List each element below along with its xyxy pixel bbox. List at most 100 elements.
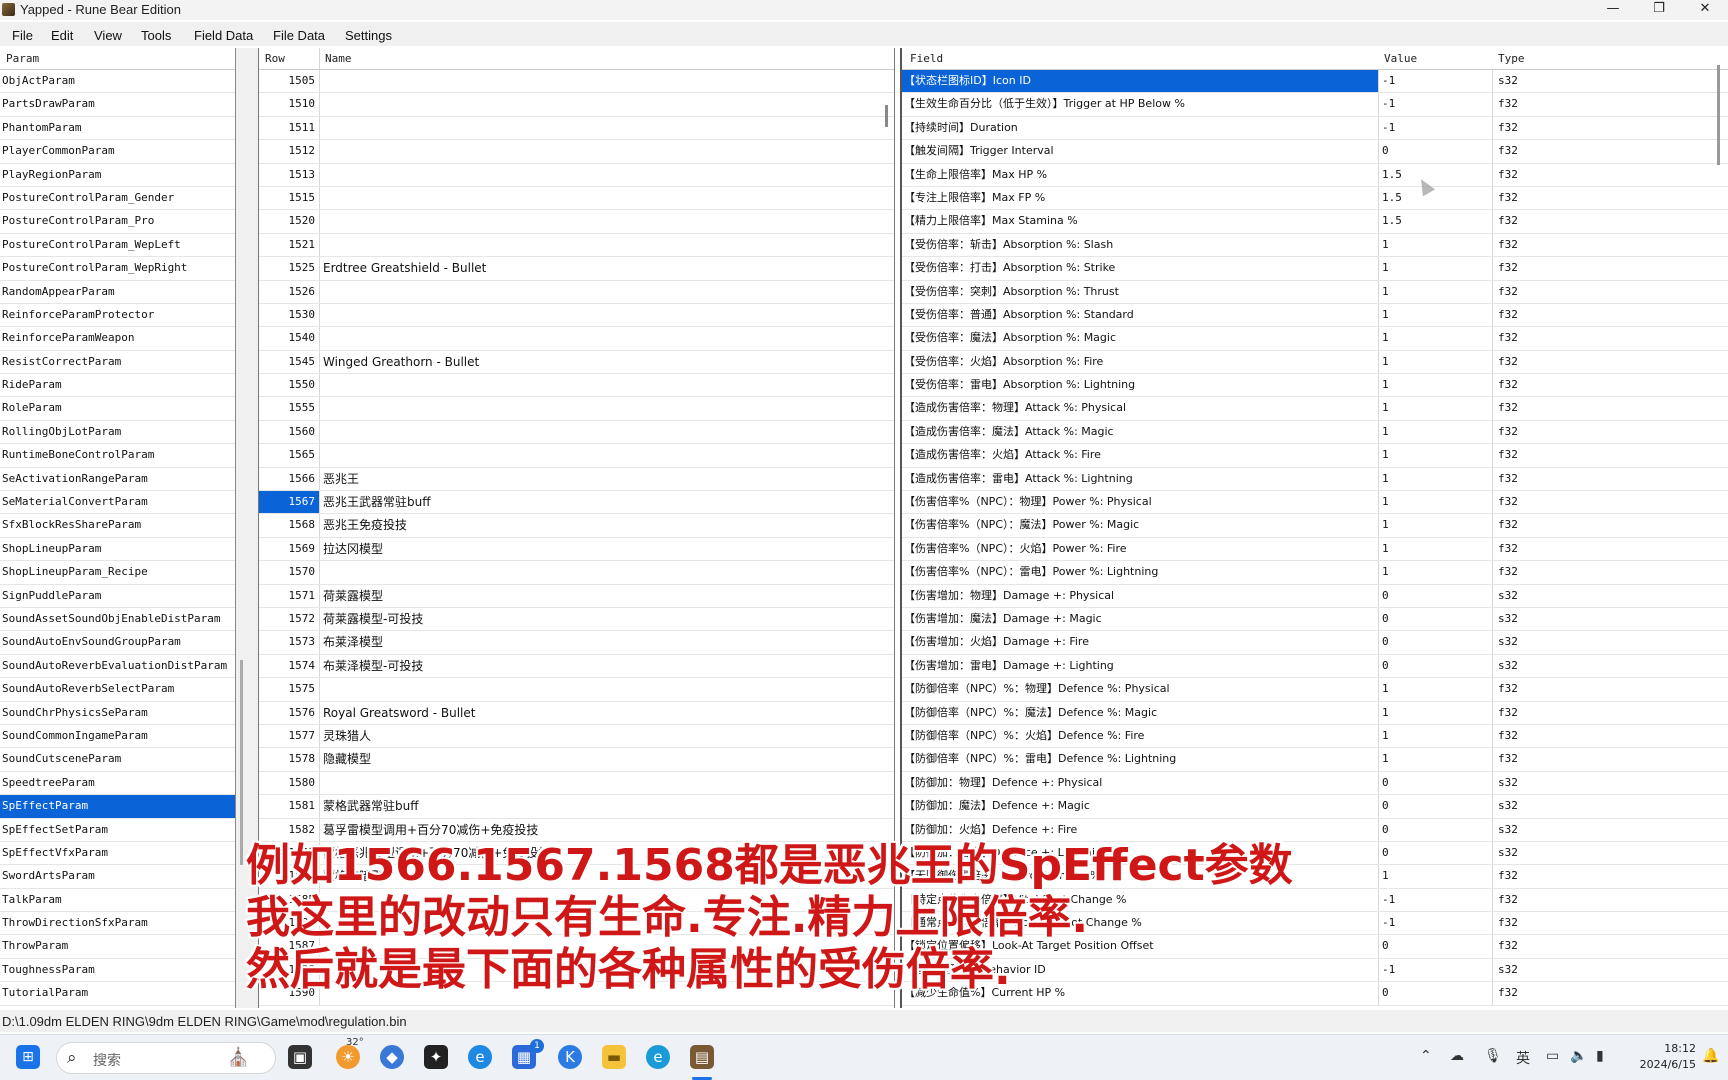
row-list-item[interactable]: 1575 xyxy=(259,678,894,702)
menu-file[interactable]: File xyxy=(12,28,33,43)
param-list-item[interactable]: SoundChrPhysicsSeParam xyxy=(0,702,235,725)
param-list-item[interactable]: SpeedtreeParam xyxy=(0,772,235,796)
field-value[interactable]: -1 xyxy=(1382,70,1395,92)
field-list-item[interactable]: 【造成伤害倍率：火焰】Attack %: Fire 1 f32 xyxy=(902,444,1728,468)
row-list-item[interactable]: 1521 xyxy=(259,233,894,258)
field-list-item[interactable]: 【伤害倍率%（NPC）：火焰】Power %: Fire 1 f32 xyxy=(902,537,1728,562)
param-list-item[interactable]: ThrowParam xyxy=(0,935,235,959)
row-list-item[interactable]: 1530 xyxy=(259,303,894,328)
param-list-item[interactable]: ThrowDirectionSfxParam xyxy=(0,912,235,936)
param-list-item[interactable]: PostureControlParam_WepLeft xyxy=(0,234,235,258)
param-list-scrollbar[interactable] xyxy=(240,660,243,865)
row-list-item[interactable]: 1560 xyxy=(259,420,894,445)
row-list-item[interactable]: 1520 xyxy=(259,210,894,234)
field-list-item[interactable]: 【状态栏图标ID】Icon ID -1 s32 xyxy=(902,70,1728,94)
row-list-item[interactable]: 1583 蒙格恶兆模型调用+百分70减伤+免疫投技 xyxy=(259,841,894,866)
field-value[interactable]: 1 xyxy=(1382,304,1389,326)
param-list-item[interactable]: SeActivationRangeParam xyxy=(0,468,235,492)
maximize-button[interactable]: ❐ xyxy=(1636,0,1682,20)
field-list-item[interactable]: 【防御倍率（NPC）%：物理】Defence %: Physical 1 f32 xyxy=(902,678,1728,702)
param-list-item[interactable]: SfxBlockResShareParam xyxy=(0,514,235,538)
field-list-item[interactable]: 【防御加：火焰】Defence +: Fire 0 s32 xyxy=(902,818,1728,842)
volume-icon[interactable]: 🔈 xyxy=(1570,1048,1587,1064)
field-value[interactable]: -1 xyxy=(1382,912,1395,934)
field-list-item[interactable]: 【伤害增加：火焰】Damage +: Fire 0 s32 xyxy=(902,631,1728,655)
edge-icon[interactable]: e xyxy=(646,1045,670,1069)
field-value[interactable]: 1 xyxy=(1382,234,1389,256)
param-list-item[interactable]: SpEffectSetParam xyxy=(0,819,235,842)
network-icon[interactable]: ▭ xyxy=(1546,1048,1559,1064)
field-value[interactable]: 1.5 xyxy=(1382,164,1402,186)
param-list-item[interactable]: SeMaterialConvertParam xyxy=(0,491,235,515)
field-value[interactable]: 0 xyxy=(1382,935,1389,957)
field-list-item[interactable]: 【防御加：雷电】Defence +: Lightning 0 s32 xyxy=(902,841,1728,866)
menu-tools[interactable]: Tools xyxy=(141,28,171,43)
param-list-item[interactable]: SignPuddleParam xyxy=(0,585,235,608)
row-list-item[interactable]: 1515 xyxy=(259,186,894,211)
field-list-item[interactable]: 【防御倍率（NPC）%：魔法】Defence %: Magic 1 f32 xyxy=(902,701,1728,725)
menu-settings[interactable]: Settings xyxy=(345,28,392,43)
start-button-icon[interactable]: ⊞ xyxy=(16,1045,40,1069)
param-list-item[interactable]: RuntimeBoneControlParam xyxy=(0,444,235,468)
field-value[interactable]: 0 xyxy=(1382,819,1389,841)
type-column-header[interactable]: Type xyxy=(1498,52,1525,65)
row-list-item[interactable]: 1511 xyxy=(259,116,894,141)
field-value[interactable]: 0 xyxy=(1382,772,1389,794)
field-value[interactable]: 1 xyxy=(1382,725,1389,747)
field-value[interactable]: 0 xyxy=(1382,140,1389,162)
clock[interactable]: 18:12 2024/6/15 xyxy=(1628,1041,1696,1073)
row-list-item[interactable]: 1576 Royal Greatsword - Bullet xyxy=(259,701,894,725)
row-list-item[interactable]: 1570 xyxy=(259,561,894,585)
value-column-header[interactable]: Value xyxy=(1384,52,1417,65)
field-list-item[interactable]: 【伤害增加：魔法】Damage +: Magic 0 s32 xyxy=(902,607,1728,632)
field-list-item[interactable]: 【受伤倍率：普通】Absorption %: Standard 1 f32 xyxy=(902,303,1728,328)
param-list-item[interactable]: SwordArtsParam xyxy=(0,865,235,889)
field-list-item[interactable]: 【生效生命百分比（低于生效）】Trigger at HP Below % -1 f3… xyxy=(902,93,1728,117)
param-list-item[interactable]: ResistCorrectParam xyxy=(0,351,235,375)
row-list-item[interactable]: 1550 xyxy=(259,374,894,398)
yapped-taskbar-icon[interactable]: ▤ xyxy=(690,1045,714,1069)
param-list-item[interactable]: SoundCutsceneParam xyxy=(0,748,235,772)
row-list-scrollbar[interactable] xyxy=(885,105,888,127)
param-list-item[interactable]: ReinforceParamProtector xyxy=(0,304,235,328)
field-value[interactable]: -1 xyxy=(1382,93,1395,115)
browser-ie-icon[interactable]: e xyxy=(468,1045,492,1069)
field-column-header[interactable]: Field xyxy=(910,52,943,65)
param-list-item[interactable]: SoundAutoEnvSoundGroupParam xyxy=(0,631,235,655)
param-list-item[interactable]: PlayerCommonParam xyxy=(0,140,235,164)
row-list-item[interactable]: 1569 拉达冈模型 xyxy=(259,537,894,562)
field-list-item[interactable]: 【特定点位伤害倍率】Vital Spot Change % -1 f32 xyxy=(902,888,1728,913)
field-value[interactable]: 1 xyxy=(1382,865,1389,887)
field-value[interactable]: 0 xyxy=(1382,982,1389,1004)
row-list-item[interactable]: 1587 xyxy=(259,935,894,959)
field-value[interactable]: 1 xyxy=(1382,468,1389,490)
field-value[interactable]: 1 xyxy=(1382,421,1389,443)
field-value[interactable]: 1 xyxy=(1382,561,1389,583)
param-list-item[interactable]: ShopLineupParam xyxy=(0,538,235,562)
row-list-item[interactable]: 1588 xyxy=(259,958,894,983)
row-list-item[interactable]: 1582 葛孚雷模型调用+百分70减伤+免疫投技 xyxy=(259,818,894,842)
microphone-icon[interactable]: 🎙 xyxy=(1484,1048,1502,1064)
field-list-item[interactable]: 【伤害倍率%（NPC）：物理】Power %: Physical 1 f32 xyxy=(902,491,1728,515)
field-list-item[interactable]: 【通常点位伤害倍率】Normal Spot Change % -1 f32 xyxy=(902,912,1728,936)
field-value[interactable]: 1 xyxy=(1382,327,1389,349)
param-list-item[interactable]: SoundAssetSoundObjEnableDistParam xyxy=(0,608,235,632)
param-list-item[interactable]: TalkParam xyxy=(0,889,235,913)
field-value[interactable]: 0 xyxy=(1382,631,1389,653)
field-list-item[interactable]: 【受伤倍率：魔法】Absorption %: Magic 1 f32 xyxy=(902,327,1728,351)
field-value[interactable]: 1 xyxy=(1382,514,1389,536)
k-app-icon[interactable]: K xyxy=(558,1045,582,1069)
field-list-item[interactable]: 【锁定位置偏移】Look-At Target Position Offset 0 f… xyxy=(902,935,1728,959)
field-list-item[interactable]: 【造成伤害倍率：雷电】Attack %: Lightning 1 f32 xyxy=(902,467,1728,492)
row-list-item[interactable]: 1585 xyxy=(259,888,894,913)
row-list-item[interactable]: 1574 布莱泽模型-可投技 xyxy=(259,654,894,679)
param-list-item[interactable]: RoleParam xyxy=(0,397,235,421)
field-list-item[interactable]: 【专注上限倍率】Max FP % 1.5 f32 xyxy=(902,186,1728,211)
onedrive-icon[interactable]: ☁ xyxy=(1450,1048,1464,1064)
weather-widget-icon[interactable]: ☀ xyxy=(336,1045,360,1069)
row-list-item[interactable]: 1512 xyxy=(259,140,894,164)
field-list-item[interactable]: 【持续时间】Duration -1 f32 xyxy=(902,116,1728,141)
field-list-item[interactable]: 【造成伤害倍率：物理】Attack %: Physical 1 f32 xyxy=(902,397,1728,421)
param-list-item[interactable]: PostureControlParam_Gender xyxy=(0,187,235,211)
taskbar-search[interactable]: ⌕ 搜索 ⛪ xyxy=(56,1042,276,1074)
